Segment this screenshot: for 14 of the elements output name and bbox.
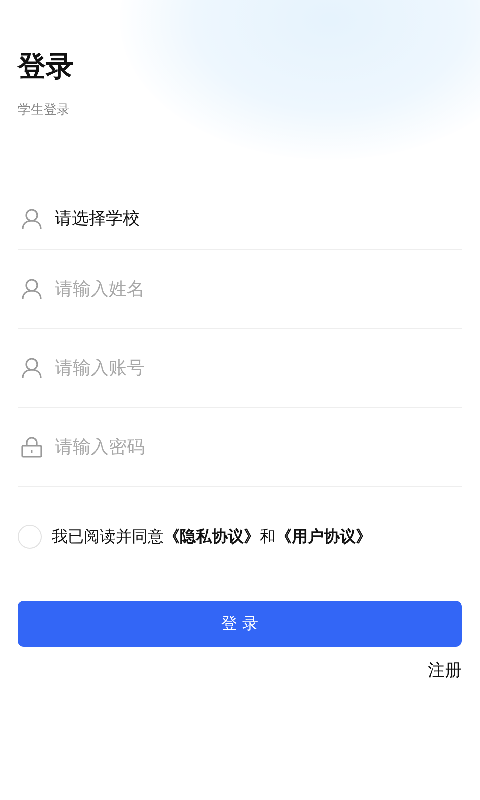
input-field[interactable]: 请输入账号 (55, 358, 462, 378)
agree-checkbox[interactable] (18, 525, 42, 549)
user-icon (21, 357, 43, 379)
agreement-text: 我已阅读并同意《隐私协议》和《用户协议》 (52, 526, 372, 548)
school-select[interactable]: 请选择学校 (55, 207, 140, 230)
register-link[interactable]: 注册 (428, 659, 462, 682)
user-icon (21, 208, 43, 230)
page-subtitle: 学生登录 (18, 102, 71, 120)
user-icon (21, 278, 43, 300)
input-field[interactable]: 请输入姓名 (55, 278, 462, 300)
password-field[interactable]: 请输入密码 (55, 436, 462, 458)
login-button[interactable]: 登 录 (18, 601, 462, 647)
lock-icon (21, 436, 43, 458)
page-title: 登录 (18, 49, 75, 85)
